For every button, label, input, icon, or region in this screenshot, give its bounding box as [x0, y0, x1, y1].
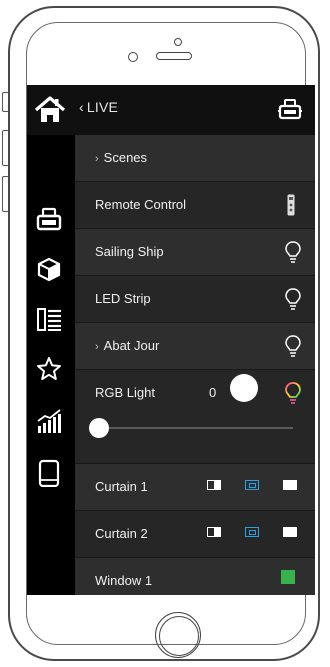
stats-icon[interactable] [35, 407, 63, 435]
list-item-window-1[interactable]: Window 1 [75, 558, 315, 595]
sidebar [27, 135, 75, 595]
list-item-curtain-2: Curtain 2 [75, 511, 315, 558]
curtain-2-stop-button[interactable] [245, 527, 259, 537]
list-item-abat-jour[interactable]: › Abat Jour [75, 323, 315, 370]
abat-jour-label: › Abat Jour [95, 338, 160, 353]
window-1-status-indicator [281, 570, 295, 584]
curtain-2-open-button[interactable] [207, 527, 221, 537]
mute-switch[interactable] [2, 92, 8, 112]
list-item-remote-control[interactable]: Remote Control [75, 182, 315, 229]
remote-control-label: Remote Control [95, 197, 187, 212]
curtain-2-close-button[interactable] [283, 527, 297, 537]
rgb-bulb-icon[interactable] [285, 381, 301, 405]
back-button[interactable]: ‹ LIVE [79, 99, 118, 115]
tablet-icon[interactable] [35, 459, 63, 487]
led-strip-label: LED Strip [95, 291, 151, 306]
front-camera [174, 38, 182, 46]
bulb-icon[interactable] [285, 334, 301, 358]
bulb-icon[interactable] [285, 287, 301, 311]
proximity-sensor [128, 52, 138, 62]
chevron-right-icon: › [95, 153, 99, 165]
chevron-right-icon: › [95, 341, 99, 353]
hardware-home-button-ring [159, 616, 199, 656]
robot-icon[interactable] [35, 205, 63, 233]
bulb-icon[interactable] [285, 240, 301, 264]
list-item-rgb-light: RGB Light 0 [75, 370, 315, 464]
rgb-light-slider-thumb[interactable] [89, 418, 109, 438]
scenes-label: › Scenes [95, 150, 148, 165]
rgb-light-label: RGB Light [95, 385, 155, 400]
volume-down-button[interactable] [2, 176, 8, 212]
list-item-led-strip[interactable]: LED Strip [75, 276, 315, 323]
rgb-light-value: 0 [209, 385, 217, 400]
window-1-label: Window 1 [95, 573, 153, 588]
cube-icon[interactable] [35, 255, 63, 283]
list-item-sailing-ship[interactable]: Sailing Ship [75, 229, 315, 276]
curtain-2-label: Curtain 2 [95, 526, 148, 541]
list-item-scenes[interactable]: › Scenes [75, 135, 315, 182]
star-icon[interactable] [35, 355, 63, 383]
volume-up-button[interactable] [2, 130, 8, 166]
home-icon[interactable] [33, 95, 67, 125]
earpiece-speaker [156, 52, 192, 60]
list-panel-icon[interactable] [35, 305, 63, 333]
sailing-ship-label: Sailing Ship [95, 244, 164, 259]
curtain-1-open-button[interactable] [207, 480, 221, 490]
top-bar: ‹ LIVE [27, 85, 315, 135]
app-screen: ‹ LIVE › Scenes Remote Control Sailing S… [27, 85, 315, 595]
curtain-1-stop-button[interactable] [245, 480, 259, 490]
robot-icon[interactable] [277, 97, 303, 121]
rgb-light-slider-track[interactable] [97, 427, 293, 429]
device-list: › Scenes Remote Control Sailing Ship LED … [75, 135, 315, 595]
back-label: LIVE [86, 99, 119, 115]
remote-icon[interactable] [287, 194, 295, 216]
hardware-home-button[interactable] [155, 612, 201, 658]
chevron-left-icon: ‹ [79, 99, 84, 115]
rgb-light-toggle[interactable] [230, 374, 258, 402]
curtain-1-close-button[interactable] [283, 480, 297, 490]
list-item-curtain-1: Curtain 1 [75, 464, 315, 511]
curtain-1-label: Curtain 1 [95, 479, 148, 494]
